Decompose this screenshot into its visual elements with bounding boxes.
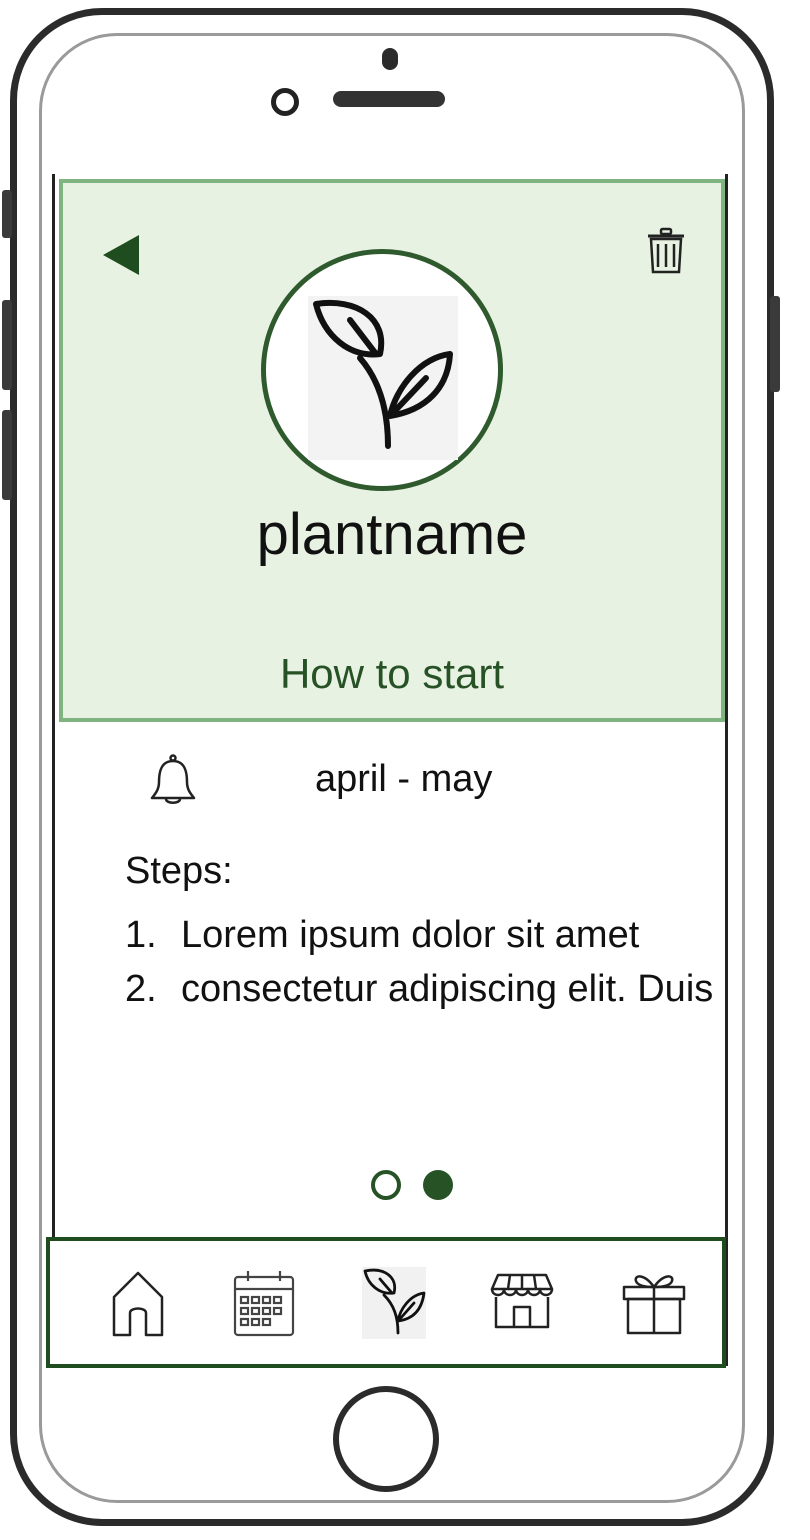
page-dot-1[interactable] (371, 1170, 401, 1200)
front-camera (271, 88, 299, 116)
delete-button[interactable] (646, 227, 686, 275)
power-button (770, 296, 780, 392)
shop-icon (490, 1273, 554, 1329)
home-icon (112, 1271, 164, 1337)
step-number: 1. (125, 914, 157, 956)
step-number: 2. (125, 968, 157, 1010)
bell-icon (150, 754, 196, 804)
bottom-nav (46, 1237, 726, 1368)
step-text: Lorem ipsum dolor sit amet (181, 914, 640, 956)
home-button[interactable] (333, 1386, 439, 1492)
page-indicator (367, 1170, 457, 1204)
nav-shop[interactable] (490, 1267, 554, 1339)
earpiece-speaker (333, 91, 445, 107)
steps-title: Steps: (125, 850, 233, 892)
nav-gifts[interactable] (622, 1267, 686, 1339)
growing-period: april - may (315, 758, 493, 800)
volume-up-button (2, 300, 12, 390)
step-text: consectetur adipiscing elit. Duis (181, 968, 714, 1010)
calendar-icon (233, 1271, 295, 1337)
plant-icon (363, 1268, 426, 1335)
nav-plants-active[interactable] (362, 1267, 426, 1339)
section-title: How to start (279, 650, 505, 697)
back-arrow-icon (103, 235, 139, 275)
plant-avatar (261, 249, 503, 491)
page-dot-2-active[interactable] (423, 1170, 453, 1200)
proximity-sensor (382, 48, 398, 70)
mute-switch (2, 190, 12, 238)
gift-icon (622, 1275, 686, 1335)
trash-icon (648, 227, 684, 274)
step-item: 1. Lorem ipsum dolor sit amet (125, 908, 715, 962)
nav-calendar[interactable] (232, 1267, 296, 1339)
sprout-icon (313, 300, 453, 449)
step-item: 2. consectetur adipiscing elit. Duis (125, 962, 715, 1016)
plant-header: plantname How to start (59, 179, 725, 722)
nav-home[interactable] (106, 1267, 170, 1339)
volume-down-button (2, 410, 12, 500)
steps-list: 1. Lorem ipsum dolor sit amet 2. consect… (125, 908, 715, 1016)
back-button[interactable] (101, 233, 141, 277)
plant-name: plantname (256, 502, 528, 567)
reminder-button[interactable] (149, 754, 197, 808)
avatar-tile (308, 296, 458, 460)
app-screen: plantname How to start april - may Steps… (52, 174, 728, 1366)
